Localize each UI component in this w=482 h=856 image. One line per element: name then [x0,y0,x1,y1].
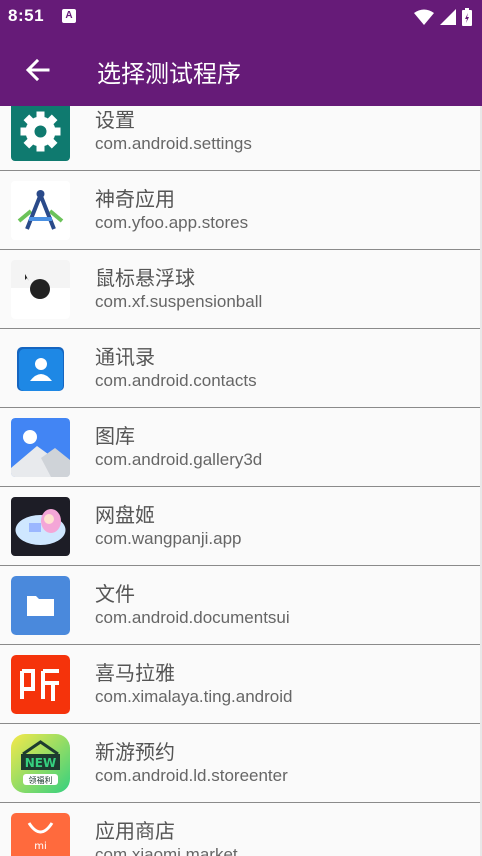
app-name: 设置 [95,108,135,132]
wifi-icon [414,9,434,25]
status-bar: 8:51 A [0,0,482,34]
svg-text:领福利: 领福利 [29,775,53,785]
page-title: 选择测试程序 [97,60,241,88]
app-package: com.android.gallery3d [95,450,263,469]
list-item[interactable]: 网盘姬 com.wangpanji.app [0,487,480,566]
list-item[interactable]: 鼠标悬浮球 com.xf.suspensionball [0,250,480,329]
battery-icon [462,8,472,26]
app-name: 鼠标悬浮球 [95,266,195,290]
mouse-ball-icon [11,260,70,319]
list-item[interactable]: 图库 com.android.gallery3d [0,408,480,487]
status-time: 8:51 [8,6,45,25]
list-item[interactable]: NEW 领福利 新游预约 com.android.ld.storeenter [0,724,480,803]
app-package: com.wangpanji.app [95,529,242,548]
app-package: com.xf.suspensionball [95,292,263,311]
app-name: 应用商店 [95,819,175,843]
app-package: com.ximalaya.ting.android [95,687,293,706]
app-package: com.xiaomi.market [95,845,238,856]
gallery-icon [11,418,70,477]
app-package: com.android.ld.storeenter [95,766,288,785]
app-bar: 选择测试程序 [0,34,482,106]
new-game-icon: NEW 领福利 [11,734,70,793]
app-list[interactable]: 设置 com.android.settings 神奇应用 com.yfoo.ap… [0,106,480,856]
anime-girl-icon [11,497,70,556]
mi-store-icon: mi [11,813,70,856]
status-icons [414,7,472,27]
app-name: 喜马拉雅 [95,661,175,685]
app-name: 图库 [95,424,135,448]
app-package: com.android.contacts [95,371,257,390]
arrow-left-icon [25,58,50,82]
svg-text:mi: mi [34,841,47,852]
app-package: com.android.settings [95,134,252,153]
list-item[interactable]: 神奇应用 com.yfoo.app.stores [0,171,480,250]
app-name: 通讯录 [95,345,155,369]
contacts-icon [11,339,70,398]
ximalaya-icon [11,655,70,714]
svg-text:NEW: NEW [25,756,56,770]
app-name: 文件 [95,582,135,606]
list-item[interactable]: 通讯录 com.android.contacts [0,329,480,408]
app-package: com.yfoo.app.stores [95,213,249,232]
app-name: 神奇应用 [95,187,175,211]
back-button[interactable] [20,52,56,88]
list-item[interactable]: mi 应用商店 com.xiaomi.market [0,803,480,856]
app-package: com.android.documentsui [95,608,290,627]
list-item[interactable]: 文件 com.android.documentsui [0,566,480,645]
list-item[interactable]: 设置 com.android.settings [0,106,480,171]
app-name: 网盘姬 [95,503,155,527]
settings-gear-icon [11,106,70,161]
app-name: 新游预约 [95,740,175,764]
list-item[interactable]: 喜马拉雅 com.ximalaya.ting.android [0,645,480,724]
folder-icon [11,576,70,635]
signal-icon [440,9,456,25]
compass-app-icon [11,181,70,240]
notification-icon: A [62,9,76,23]
